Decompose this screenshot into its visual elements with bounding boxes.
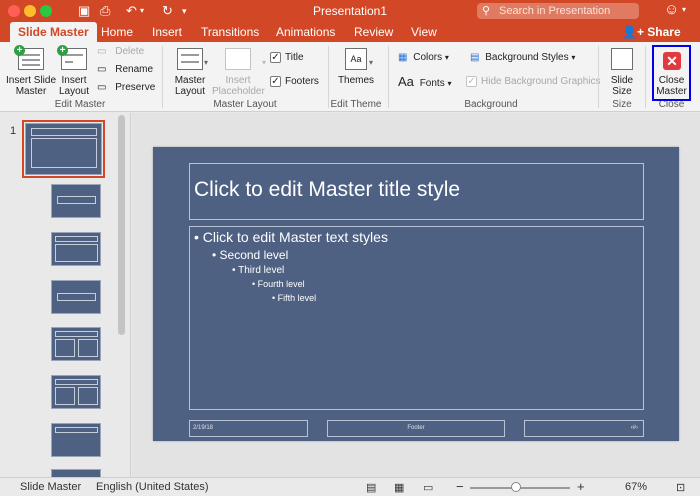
delete-icon: ▭ xyxy=(97,46,107,57)
preserve-button[interactable]: ▭ Preserve xyxy=(97,80,155,96)
thumbnail-pane: 1 xyxy=(0,113,131,477)
checkbox-checked-icon: ✓ xyxy=(270,51,281,63)
insert-slide-master-icon: + xyxy=(14,45,44,70)
body-placeholder[interactable]: • Click to edit Master text styles • Sec… xyxy=(189,226,644,410)
fit-to-window-icon[interactable]: ⊡ xyxy=(676,481,685,494)
insert-slide-master-button[interactable]: + Insert Slide Master xyxy=(4,45,58,97)
group-separator xyxy=(388,46,389,108)
status-bar: Slide Master English (United States) ▤ ▦… xyxy=(0,477,700,496)
group-separator xyxy=(645,46,646,108)
text-level-3: • Third level xyxy=(232,265,285,276)
title-checkbox[interactable]: ✓ Title xyxy=(270,50,304,66)
chevron-down-icon[interactable]: ▾ xyxy=(204,58,208,67)
chevron-down-icon: ▾ xyxy=(447,79,452,88)
background-styles-icon: ▤ xyxy=(470,52,480,63)
tab-home[interactable]: Home xyxy=(93,22,141,42)
thumbnail-layout-5[interactable] xyxy=(51,375,101,409)
footer-placeholder[interactable]: Footer xyxy=(327,420,505,437)
view-name: Slide Master xyxy=(20,481,82,493)
insert-layout-icon: + xyxy=(57,45,87,70)
preserve-icon: ▭ xyxy=(97,82,107,93)
search-placeholder: Search in Presentation xyxy=(499,5,611,17)
checkbox-checked-icon: ✓ xyxy=(270,75,281,87)
group-label-background: Background xyxy=(464,99,518,110)
rename-icon: ▭ xyxy=(97,64,107,75)
group-label-edit-master: Edit Master xyxy=(54,99,106,110)
fonts-icon: Aa xyxy=(398,74,414,89)
group-separator xyxy=(162,46,163,108)
hide-background-graphics-checkbox[interactable]: ✓ Hide Background Graphics xyxy=(466,74,601,90)
ribbon-tabs: Slide Master Home Insert Transitions Ani… xyxy=(0,22,700,42)
tab-animations[interactable]: Animations xyxy=(268,22,343,42)
zoom-out-icon[interactable]: − xyxy=(456,479,464,494)
zoom-in-icon[interactable]: + xyxy=(577,479,585,494)
slide-sorter-icon[interactable]: ▦ xyxy=(394,481,404,494)
slideshow-icon[interactable]: ▭ xyxy=(423,481,433,494)
insert-placeholder-icon xyxy=(225,48,251,70)
text-level-4: • Fourth level xyxy=(252,279,305,289)
footers-checkbox[interactable]: ✓ Footers xyxy=(270,74,319,90)
search-icon: ⚲ xyxy=(482,5,491,17)
close-icon: ✕ xyxy=(663,52,681,70)
zoom-slider-handle[interactable] xyxy=(511,482,521,492)
language-indicator[interactable]: English (United States) xyxy=(96,481,209,493)
chevron-down-icon: ▾ xyxy=(444,53,449,62)
checkbox-checked-icon: ✓ xyxy=(466,75,477,87)
insert-layout-button[interactable]: + Insert Layout xyxy=(57,45,90,97)
title-placeholder[interactable]: Click to edit Master title style xyxy=(189,163,644,220)
chevron-down-icon: ▾ xyxy=(571,53,576,62)
themes-button[interactable]: Aa Themes xyxy=(336,48,376,86)
zoom-level[interactable]: 67% xyxy=(625,481,647,493)
tab-review[interactable]: Review xyxy=(346,22,401,42)
smiley-icon[interactable]: ☺ xyxy=(664,1,679,18)
thumbnail-layout-4[interactable] xyxy=(51,327,101,361)
master-layout-icon xyxy=(177,48,203,70)
delete-button[interactable]: ▭ Delete xyxy=(97,44,144,60)
insert-placeholder-button[interactable]: Insert Placeholder xyxy=(212,48,265,97)
group-label-size: Size xyxy=(612,99,632,110)
thumbnail-layout-6[interactable] xyxy=(51,423,101,457)
tab-view[interactable]: View xyxy=(403,22,445,42)
thumbnail-layout-1[interactable] xyxy=(51,184,101,218)
tab-insert[interactable]: Insert xyxy=(144,22,190,42)
slide-size-button[interactable]: Slide Size xyxy=(604,48,640,97)
rename-button[interactable]: ▭ Rename xyxy=(97,62,153,78)
tab-slide-master[interactable]: Slide Master xyxy=(10,22,97,42)
slide-size-icon xyxy=(611,48,633,70)
colors-button[interactable]: ▦ Colors ▾ xyxy=(398,50,449,66)
chevron-down-icon[interactable]: ▾ xyxy=(369,58,373,67)
thumbnail-scrollbar[interactable] xyxy=(118,115,125,335)
themes-icon: Aa xyxy=(345,48,367,70)
slide-number-placeholder[interactable]: ‹#› xyxy=(524,420,644,437)
master-layout-button[interactable]: Master Layout xyxy=(170,48,210,97)
thumbnail-layout-3[interactable] xyxy=(51,280,101,314)
text-level-2: • Second level xyxy=(212,248,289,262)
date-placeholder[interactable]: 2/19/18 xyxy=(189,420,308,437)
background-styles-button[interactable]: ▤ Background Styles ▾ xyxy=(470,50,575,66)
thumbnail-layout-7[interactable] xyxy=(51,469,101,477)
master-title-text: Click to edit Master title style xyxy=(194,178,461,201)
chevron-down-icon[interactable]: ▾ xyxy=(682,5,686,14)
thumbnail-slide-master[interactable] xyxy=(22,120,105,178)
colors-icon: ▦ xyxy=(398,52,408,63)
fonts-button[interactable]: Aa Fonts ▾ xyxy=(398,74,452,90)
search-input[interactable]: ⚲ Search in Presentation xyxy=(477,3,639,19)
thumbnail-layout-2[interactable] xyxy=(51,232,101,266)
title-bar: ▣ ⎙ ↶ ▾ ↻ ▾ Presentation1 ⚲ Search in Pr… xyxy=(0,0,700,22)
share-button[interactable]: 👤+ Share xyxy=(622,22,681,42)
text-level-1: • Click to edit Master text styles xyxy=(194,229,388,245)
normal-view-icon[interactable]: ▤ xyxy=(366,481,376,494)
master-number: 1 xyxy=(10,125,17,137)
group-label-edit-theme: Edit Theme xyxy=(330,99,382,110)
master-slide[interactable]: Click to edit Master title style • Click… xyxy=(153,147,679,441)
close-master-button[interactable]: ✕ Close Master xyxy=(652,45,691,101)
chevron-down-icon[interactable]: ▾ xyxy=(262,58,266,67)
share-icon: 👤+ xyxy=(622,25,644,39)
group-separator xyxy=(598,46,599,108)
group-label-master-layout: Master Layout xyxy=(213,99,277,110)
tab-transitions[interactable]: Transitions xyxy=(193,22,267,42)
ribbon: + Insert Slide Master + Insert Layout ▭ … xyxy=(0,42,700,112)
text-level-5: • Fifth level xyxy=(272,293,317,303)
